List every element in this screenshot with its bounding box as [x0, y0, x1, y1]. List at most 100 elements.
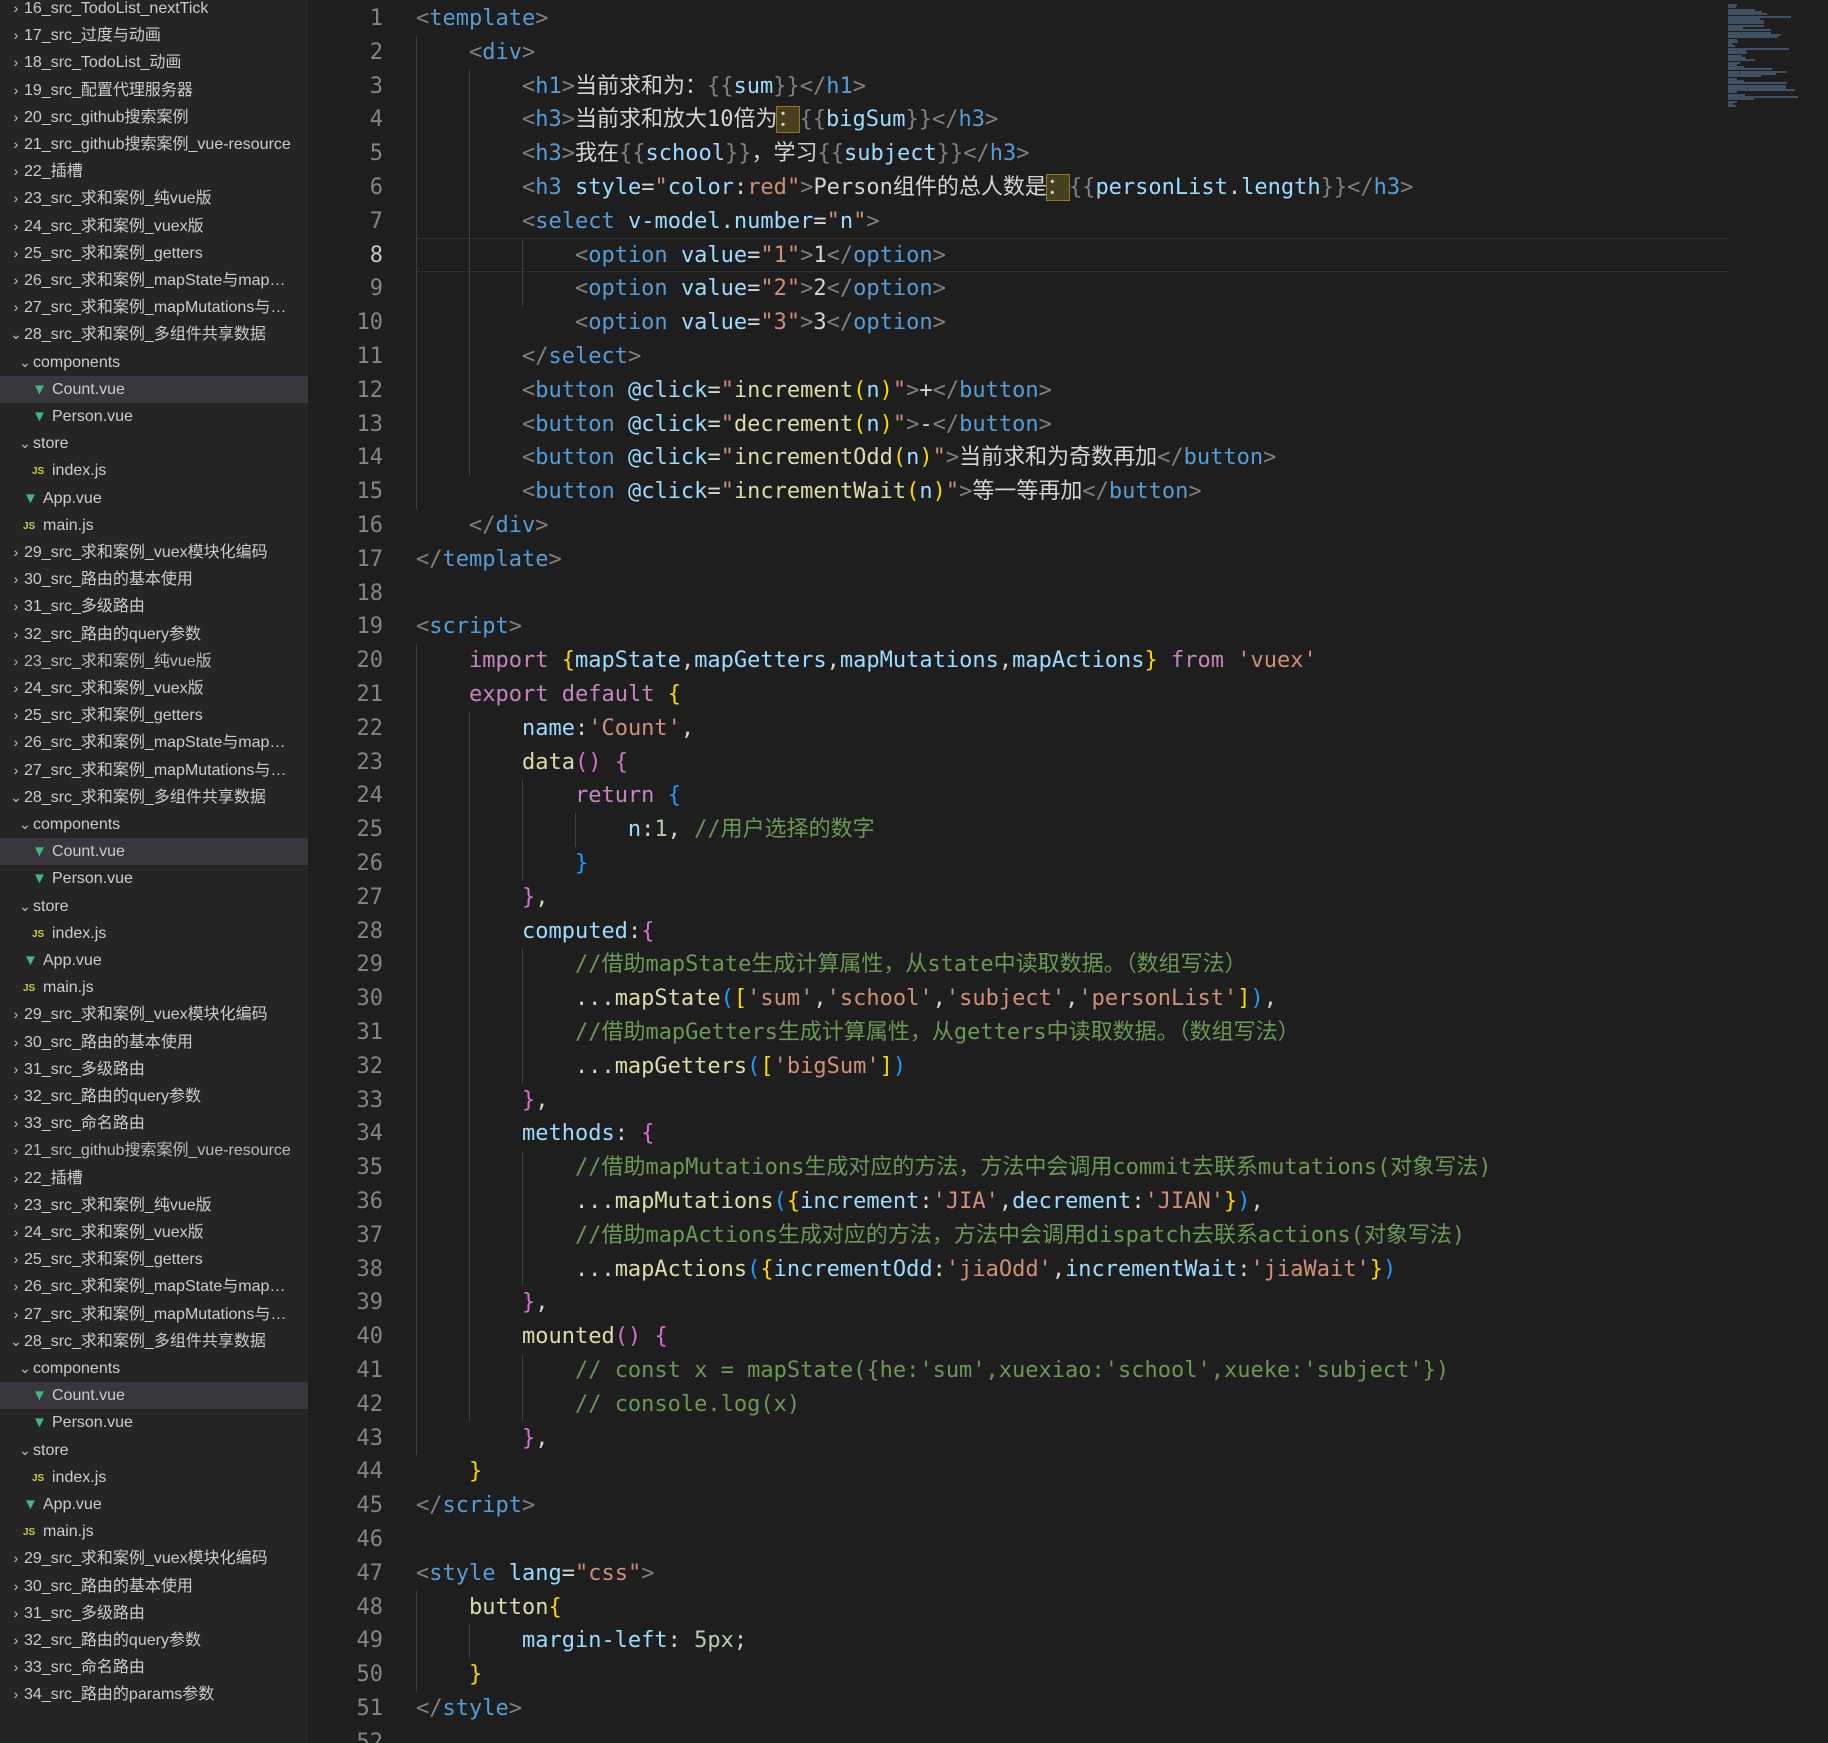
- code-line[interactable]: button{: [416, 1591, 562, 1625]
- folder-item[interactable]: › 21_src_github搜索案例_vue-resource: [0, 131, 308, 158]
- folder-item[interactable]: ⌄ components: [0, 349, 308, 376]
- folder-item[interactable]: › 27_src_求和案例_mapMutations与m...: [0, 757, 308, 784]
- code-line[interactable]: ...mapMutations({increment:'JIA',decreme…: [416, 1185, 1264, 1219]
- code-line[interactable]: <h3>我在{{school}}，学习{{subject}}</h3>: [416, 137, 1029, 171]
- code-line[interactable]: </style>: [416, 1692, 522, 1726]
- folder-item[interactable]: › 31_src_多级路由: [0, 1056, 308, 1083]
- folder-item[interactable]: › 20_src_github搜索案例: [0, 104, 308, 131]
- folder-item[interactable]: › 32_src_路由的query参数: [0, 621, 308, 648]
- folder-item[interactable]: › 22_插槽: [0, 1165, 308, 1192]
- folder-item[interactable]: ⌄ store: [0, 893, 308, 920]
- code-line[interactable]: <div>: [416, 36, 535, 70]
- folder-item[interactable]: ⌄ 28_src_求和案例_多组件共享数据: [0, 1328, 308, 1355]
- code-line[interactable]: // console.log(x): [416, 1388, 800, 1422]
- folder-item[interactable]: › 32_src_路由的query参数: [0, 1083, 308, 1110]
- code-line[interactable]: //借助mapState生成计算属性，从state中读取数据。（数组写法）: [416, 948, 1247, 982]
- folder-item[interactable]: › 32_src_路由的query参数: [0, 1627, 308, 1654]
- folder-item[interactable]: › 17_src_过度与动画: [0, 22, 308, 49]
- code-line[interactable]: <button @click="incrementOdd(n)">当前求和为奇数…: [416, 441, 1276, 475]
- file-item[interactable]: ▼ App.vue: [0, 485, 308, 512]
- file-item[interactable]: JS main.js: [0, 1518, 308, 1545]
- folder-item[interactable]: › 21_src_github搜索案例_vue-resource: [0, 1137, 308, 1164]
- code-line[interactable]: <option value="1">1</option>: [416, 239, 946, 273]
- code-line[interactable]: <h1>当前求和为：{{sum}}</h1>: [416, 70, 866, 104]
- code-line[interactable]: </template>: [416, 543, 562, 577]
- code-line[interactable]: </div>: [416, 509, 549, 543]
- code-line[interactable]: </script>: [416, 1489, 535, 1523]
- folder-item[interactable]: › 23_src_求和案例_纯vue版: [0, 648, 308, 675]
- code-line[interactable]: export default {: [416, 678, 681, 712]
- code-line[interactable]: </select>: [416, 340, 641, 374]
- code-line[interactable]: <h3>当前求和放大10倍为：{{bigSum}}</h3>: [416, 103, 998, 137]
- code-line[interactable]: //借助mapGetters生成计算属性，从getters中读取数据。（数组写法…: [416, 1016, 1300, 1050]
- folder-item[interactable]: › 25_src_求和案例_getters: [0, 1246, 308, 1273]
- file-item[interactable]: JS index.js: [0, 457, 308, 484]
- folder-item[interactable]: › 24_src_求和案例_vuex版: [0, 1219, 308, 1246]
- folder-item[interactable]: › 33_src_命名路由: [0, 1654, 308, 1681]
- file-item[interactable]: JS main.js: [0, 974, 308, 1001]
- file-item[interactable]: ▼ Count.vue: [0, 1382, 308, 1410]
- folder-item[interactable]: › 26_src_求和案例_mapState与mapGet...: [0, 729, 308, 756]
- code-line[interactable]: ...mapState(['sum','school','subject','p…: [416, 982, 1277, 1016]
- code-line[interactable]: <template>: [416, 2, 548, 36]
- folder-item[interactable]: › 31_src_多级路由: [0, 1600, 308, 1627]
- code-editor[interactable]: 1 2 3 4 5 6 7 8 9 10 11 12 13 14 15 16 17 18 19 20 21 22 23 24 2…: [308, 0, 1828, 1743]
- folder-item[interactable]: › 30_src_路由的基本使用: [0, 1573, 308, 1600]
- folder-item[interactable]: › 29_src_求和案例_vuex模块化编码: [0, 539, 308, 566]
- folder-item[interactable]: ⌄ 28_src_求和案例_多组件共享数据: [0, 784, 308, 811]
- code-line[interactable]: n:1, //用户选择的数字: [416, 813, 875, 847]
- code-line[interactable]: methods: {: [416, 1117, 654, 1151]
- code-line[interactable]: mounted() {: [416, 1320, 668, 1354]
- folder-item[interactable]: › 24_src_求和案例_vuex版: [0, 675, 308, 702]
- minimap[interactable]: [1728, 0, 1828, 110]
- code-line[interactable]: return {: [416, 779, 681, 813]
- code-line[interactable]: },: [416, 1422, 549, 1456]
- code-line[interactable]: name:'Count',: [416, 712, 694, 746]
- folder-item[interactable]: › 19_src_配置代理服务器: [0, 77, 308, 104]
- code-line[interactable]: <button @click="increment(n)">+</button>: [416, 374, 1052, 408]
- folder-item[interactable]: ⌄ components: [0, 1355, 308, 1382]
- folder-item[interactable]: › 34_src_路由的params参数: [0, 1681, 308, 1708]
- folder-item[interactable]: › 29_src_求和案例_vuex模块化编码: [0, 1001, 308, 1028]
- file-item[interactable]: ▼ Person.vue: [0, 1409, 308, 1436]
- folder-item[interactable]: › 27_src_求和案例_mapMutations与m...: [0, 294, 308, 321]
- folder-item[interactable]: › 23_src_求和案例_纯vue版: [0, 185, 308, 212]
- code-line[interactable]: <style lang="css">: [416, 1557, 654, 1591]
- code-line[interactable]: },: [416, 1286, 549, 1320]
- folder-item[interactable]: ⌄ 28_src_求和案例_多组件共享数据: [0, 321, 308, 348]
- folder-item[interactable]: › 23_src_求和案例_纯vue版: [0, 1192, 308, 1219]
- folder-item[interactable]: › 30_src_路由的基本使用: [0, 566, 308, 593]
- folder-item[interactable]: › 26_src_求和案例_mapState与mapGet...: [0, 1273, 308, 1300]
- code-line[interactable]: <button @click="incrementWait(n)">等一等再加<…: [416, 475, 1202, 509]
- code-line[interactable]: },: [416, 1084, 549, 1118]
- folder-item[interactable]: › 22_插槽: [0, 158, 308, 185]
- code-line[interactable]: // const x = mapState({he:'sum',xuexiao:…: [416, 1354, 1449, 1388]
- code-line[interactable]: margin-left: 5px;: [416, 1624, 747, 1658]
- file-item[interactable]: ▼ Person.vue: [0, 865, 308, 892]
- file-item[interactable]: ▼ App.vue: [0, 947, 308, 974]
- code-line[interactable]: ...mapGetters(['bigSum']): [416, 1050, 906, 1084]
- code-line[interactable]: import {mapState,mapGetters,mapMutations…: [416, 644, 1317, 678]
- folder-item[interactable]: › 27_src_求和案例_mapMutations与m...: [0, 1301, 308, 1328]
- code-line[interactable]: <option value="3">3</option>: [416, 306, 946, 340]
- file-item[interactable]: ▼ Count.vue: [0, 375, 308, 403]
- folder-item[interactable]: › 31_src_多级路由: [0, 593, 308, 620]
- file-item[interactable]: JS index.js: [0, 920, 308, 947]
- code-line[interactable]: <select v-model.number="n">: [416, 205, 880, 239]
- code-line[interactable]: //借助mapActions生成对应的方法，方法中会调用dispatch去联系a…: [416, 1219, 1465, 1253]
- code-line[interactable]: },: [416, 881, 549, 915]
- file-item[interactable]: ▼ Person.vue: [0, 403, 308, 430]
- folder-item[interactable]: ⌄ components: [0, 811, 308, 838]
- folder-item[interactable]: › 33_src_命名路由: [0, 1110, 308, 1137]
- code-line[interactable]: <option value="2">2</option>: [416, 272, 946, 306]
- file-item[interactable]: JS main.js: [0, 512, 308, 539]
- code-line[interactable]: data() {: [416, 746, 628, 780]
- folder-item[interactable]: › 29_src_求和案例_vuex模块化编码: [0, 1545, 308, 1572]
- folder-item[interactable]: › 24_src_求和案例_vuex版: [0, 213, 308, 240]
- folder-item[interactable]: ⌄ store: [0, 1437, 308, 1464]
- code-line[interactable]: <script>: [416, 610, 522, 644]
- folder-item[interactable]: › 26_src_求和案例_mapState与mapGet...: [0, 267, 308, 294]
- code-line[interactable]: }: [416, 847, 588, 881]
- file-item[interactable]: JS index.js: [0, 1464, 308, 1491]
- folder-item[interactable]: › 25_src_求和案例_getters: [0, 240, 308, 267]
